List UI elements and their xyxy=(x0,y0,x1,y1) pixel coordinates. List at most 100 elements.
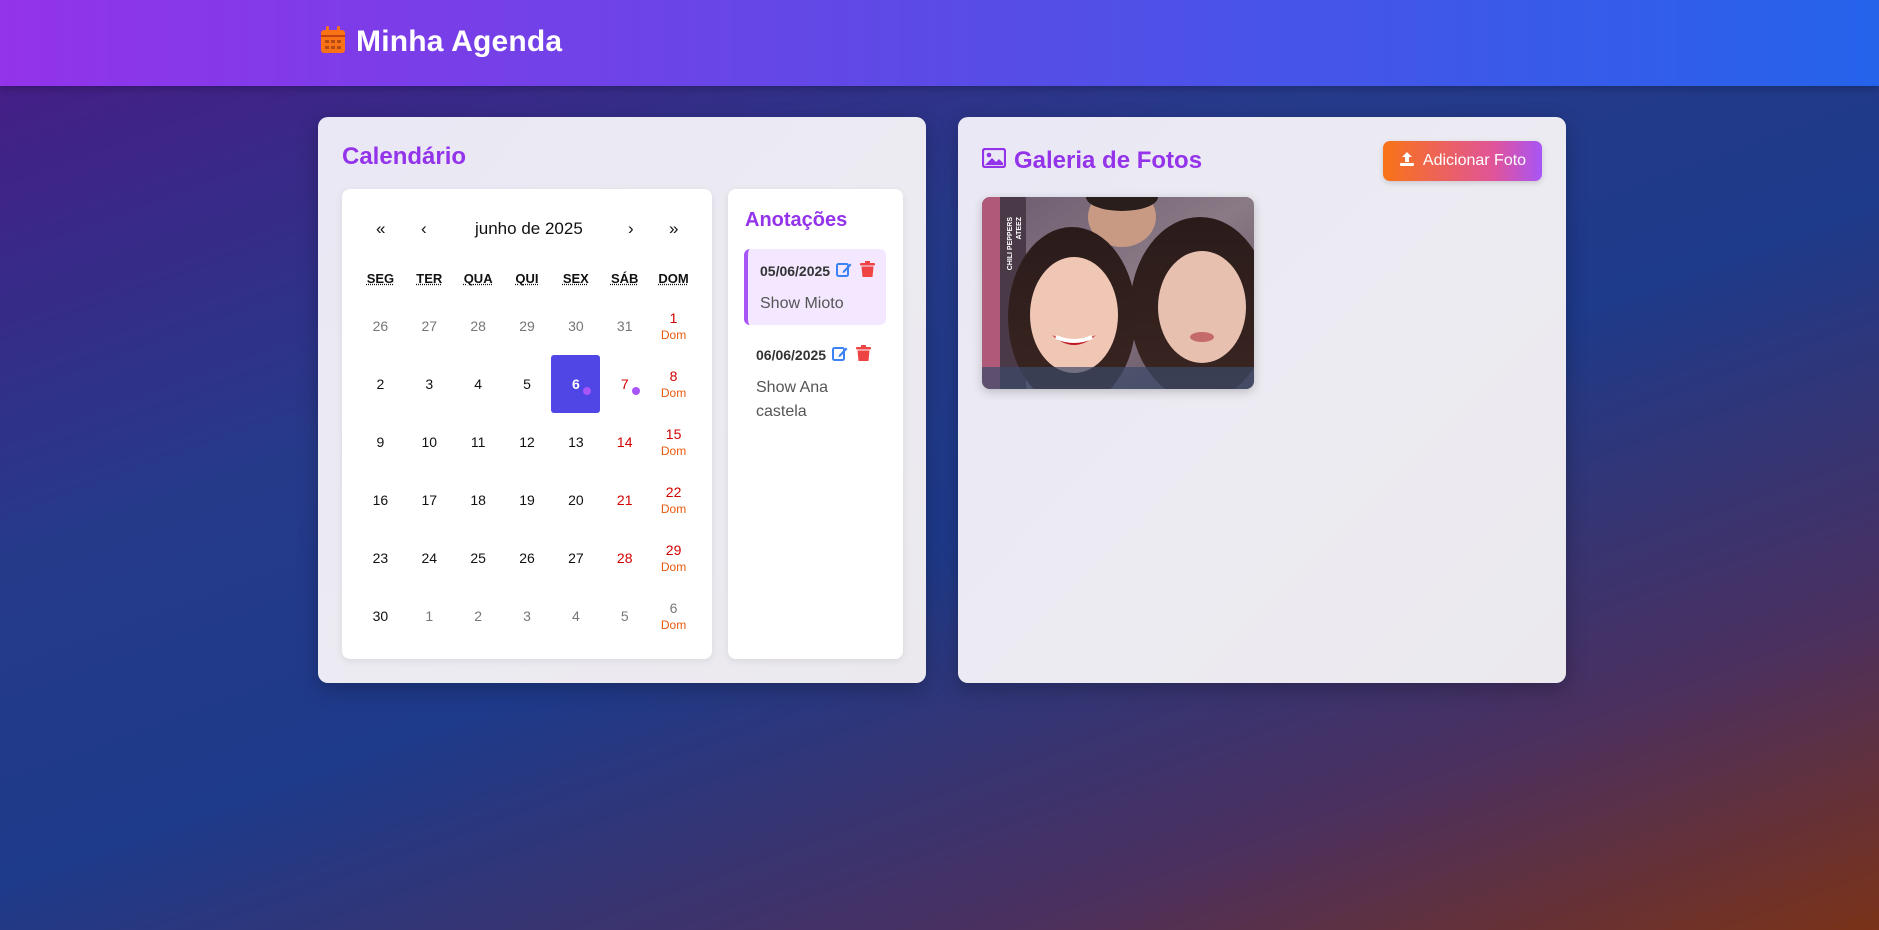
calendar-day[interactable]: 3 xyxy=(405,355,454,413)
calendar-day[interactable]: 1 Dom xyxy=(649,297,698,355)
calendar-day[interactable]: 1 xyxy=(405,587,454,645)
calendar-day[interactable]: 8 Dom xyxy=(649,355,698,413)
delete-icon[interactable] xyxy=(860,261,875,282)
sunday-label: Dom xyxy=(660,502,687,516)
day-number: 8 xyxy=(669,368,678,384)
days-grid: 26 27 28 29 30 31 1 Dom 2 3 4 5 6 7 8 Dom 9 10 11 12 13 14 15 D… xyxy=(356,297,698,645)
calendar-day[interactable]: 12 xyxy=(503,413,552,471)
calendar-day[interactable]: 29 Dom xyxy=(649,529,698,587)
event-dot xyxy=(632,387,641,395)
calendar-day[interactable]: 28 xyxy=(454,297,503,355)
day-number: 30 xyxy=(568,318,584,334)
calendar-icon xyxy=(320,25,346,59)
calendar-day[interactable]: 27 xyxy=(551,529,600,587)
calendar-day[interactable]: 27 xyxy=(405,297,454,355)
last-month-button[interactable]: » xyxy=(669,219,678,239)
calendar-day[interactable]: 9 xyxy=(356,413,405,471)
day-number: 26 xyxy=(372,318,389,334)
notes-panel: Anotações 05/06/2025 Show Mioto 06/06/20… xyxy=(728,189,903,659)
calendar-day[interactable]: 5 xyxy=(503,355,552,413)
note-item[interactable]: 06/06/2025 Show Ana castela xyxy=(744,333,886,423)
day-number: 10 xyxy=(421,434,438,450)
day-number: 7 xyxy=(620,376,629,392)
day-number: 20 xyxy=(568,492,584,508)
calendar-day[interactable]: 18 xyxy=(454,471,503,529)
day-number: 25 xyxy=(470,550,486,566)
calendar-day[interactable]: 6 xyxy=(551,355,601,413)
calendar-day[interactable]: 26 xyxy=(356,297,405,355)
calendar-day[interactable]: 7 xyxy=(600,355,649,413)
note-item[interactable]: 05/06/2025 Show Mioto xyxy=(744,249,886,325)
calendar-day[interactable]: 4 xyxy=(551,587,600,645)
brand: Minha Agenda xyxy=(320,25,562,59)
calendar-day[interactable]: 28 xyxy=(600,529,649,587)
photo-caption-1: CHILI PEPPERS xyxy=(1007,217,1014,271)
weekday-header: SEG TER QUA QUI SEX SÁB DOM xyxy=(356,271,698,286)
app-title: Minha Agenda xyxy=(356,25,563,58)
day-number: 4 xyxy=(571,608,580,624)
day-number: 13 xyxy=(568,434,584,450)
sunday-label: Dom xyxy=(660,560,687,574)
delete-icon[interactable] xyxy=(856,345,871,366)
gallery-title: Galeria de Fotos xyxy=(1014,147,1203,174)
day-number: 9 xyxy=(376,434,385,450)
day-number: 1 xyxy=(669,310,678,326)
gallery-title-row: Galeria de Fotos xyxy=(981,147,1203,175)
day-number: 17 xyxy=(421,492,438,508)
calendar-day[interactable]: 21 xyxy=(600,471,649,529)
day-number: 14 xyxy=(616,434,633,450)
calendar-day[interactable]: 6 Dom xyxy=(649,587,698,645)
day-number: 28 xyxy=(470,318,486,334)
sunday-label: Dom xyxy=(660,386,687,400)
day-number: 23 xyxy=(372,550,389,566)
edit-icon[interactable] xyxy=(836,261,852,282)
day-number: 31 xyxy=(616,318,633,334)
note-date: 05/06/2025 xyxy=(760,263,831,279)
prev-month-button[interactable]: ‹ xyxy=(421,219,427,239)
calendar-card: Calendário « ‹ junho de 2025 › » SEG TER Q… xyxy=(318,117,926,683)
note-date: 06/06/2025 xyxy=(756,347,827,363)
calendar-day[interactable]: 16 xyxy=(356,471,405,529)
month-label[interactable]: junho de 2025 xyxy=(475,219,583,239)
calendar-day[interactable]: 25 xyxy=(454,529,503,587)
first-month-button[interactable]: « xyxy=(376,219,385,239)
note-text: Show Mioto xyxy=(760,295,844,312)
calendar-day[interactable]: 2 xyxy=(454,587,503,645)
calendar-day[interactable]: 10 xyxy=(405,413,454,471)
calendar-day[interactable]: 22 Dom xyxy=(649,471,698,529)
calendar-day[interactable]: 15 Dom xyxy=(649,413,698,471)
calendar-day[interactable]: 26 xyxy=(503,529,552,587)
gallery-photo[interactable]: CHILI PEPPERS ATEEZ xyxy=(982,197,1254,389)
add-photo-button[interactable]: Adicionar Foto xyxy=(1383,141,1542,181)
day-number: 1 xyxy=(425,608,434,624)
calendar-day[interactable]: 24 xyxy=(405,529,454,587)
day-number: 30 xyxy=(372,608,389,624)
weekday-label: TER xyxy=(416,271,443,286)
event-dot xyxy=(583,387,592,395)
calendar-day[interactable]: 17 xyxy=(405,471,454,529)
weekday-label: QUI xyxy=(515,271,539,286)
day-number: 29 xyxy=(665,542,682,558)
calendar-day[interactable]: 20 xyxy=(551,471,600,529)
calendar-day[interactable]: 23 xyxy=(356,529,405,587)
calendar-day[interactable]: 30 xyxy=(356,587,405,645)
calendar-day[interactable]: 11 xyxy=(454,413,503,471)
calendar-day[interactable]: 2 xyxy=(356,355,405,413)
sunday-label: Dom xyxy=(660,328,687,342)
calendar-day[interactable]: 3 xyxy=(503,587,552,645)
calendar-day[interactable]: 29 xyxy=(503,297,552,355)
calendar-day[interactable]: 14 xyxy=(600,413,649,471)
day-number: 4 xyxy=(474,376,483,392)
day-number: 2 xyxy=(474,608,483,624)
calendar-day[interactable]: 13 xyxy=(551,413,600,471)
calendar-day[interactable]: 30 xyxy=(551,297,600,355)
next-month-button[interactable]: › xyxy=(628,219,634,239)
day-number: 27 xyxy=(421,318,438,334)
day-number: 19 xyxy=(519,492,535,508)
edit-icon[interactable] xyxy=(832,345,848,366)
weekday-label: QUA xyxy=(463,271,493,286)
calendar-day[interactable]: 19 xyxy=(503,471,552,529)
calendar-day[interactable]: 5 xyxy=(600,587,649,645)
calendar-day[interactable]: 31 xyxy=(600,297,649,355)
calendar-day[interactable]: 4 xyxy=(454,355,503,413)
